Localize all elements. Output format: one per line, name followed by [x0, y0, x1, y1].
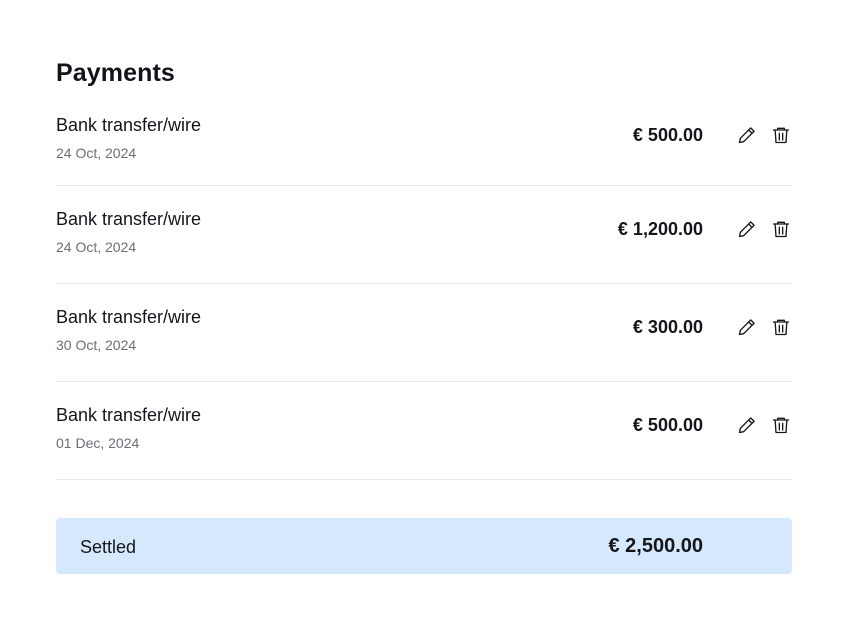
- edit-payment-button[interactable]: [736, 218, 758, 240]
- trash-icon: [772, 319, 790, 336]
- delete-payment-button[interactable]: [770, 218, 792, 240]
- payment-method: Bank transfer/wire: [56, 209, 202, 229]
- settled-total: € 2,500.00: [608, 535, 703, 557]
- row-actions: [736, 414, 792, 436]
- trash-icon: [772, 221, 790, 238]
- trash-icon: [772, 417, 790, 434]
- row-actions: [736, 316, 792, 338]
- payment-row: Bank transfer/wire 30 Oct, 2024 € 300.00: [56, 284, 792, 382]
- pencil-icon: [738, 417, 755, 434]
- settled-summary: Settled € 2,500.00: [56, 518, 792, 574]
- payment-method: Bank transfer/wire: [56, 405, 202, 425]
- payment-method: Bank transfer/wire: [56, 307, 202, 327]
- edit-payment-button[interactable]: [736, 316, 758, 338]
- payment-method: Bank transfer/wire: [56, 115, 202, 135]
- payment-amount: € 500.00: [632, 125, 703, 145]
- pencil-icon: [738, 319, 755, 336]
- payment-amount: € 300.00: [632, 317, 703, 337]
- payments-panel: Payments Bank transfer/wire 24 Oct, 2024…: [56, 56, 792, 480]
- payment-date: 30 Oct, 2024: [56, 337, 137, 353]
- payment-date: 24 Oct, 2024: [56, 145, 137, 161]
- delete-payment-button[interactable]: [770, 124, 792, 146]
- edit-payment-button[interactable]: [736, 124, 758, 146]
- pencil-icon: [738, 221, 755, 238]
- edit-payment-button[interactable]: [736, 414, 758, 436]
- payment-row: Bank transfer/wire 01 Dec, 2024 € 500.00: [56, 382, 792, 480]
- payments-list: Bank transfer/wire 24 Oct, 2024 € 500.00…: [56, 92, 792, 480]
- payment-date: 24 Oct, 2024: [56, 239, 137, 255]
- page-title: Payments: [56, 59, 175, 87]
- payment-date: 01 Dec, 2024: [56, 435, 140, 451]
- trash-icon: [772, 127, 790, 144]
- payment-row: Bank transfer/wire 24 Oct, 2024 € 1,200.…: [56, 186, 792, 284]
- delete-payment-button[interactable]: [770, 316, 792, 338]
- delete-payment-button[interactable]: [770, 414, 792, 436]
- row-actions: [736, 124, 792, 146]
- payment-amount: € 1,200.00: [617, 219, 703, 239]
- row-actions: [736, 218, 792, 240]
- settled-label: Settled: [80, 537, 137, 557]
- payment-row: Bank transfer/wire 24 Oct, 2024 € 500.00: [56, 92, 792, 186]
- pencil-icon: [738, 127, 755, 144]
- payment-amount: € 500.00: [632, 415, 703, 435]
